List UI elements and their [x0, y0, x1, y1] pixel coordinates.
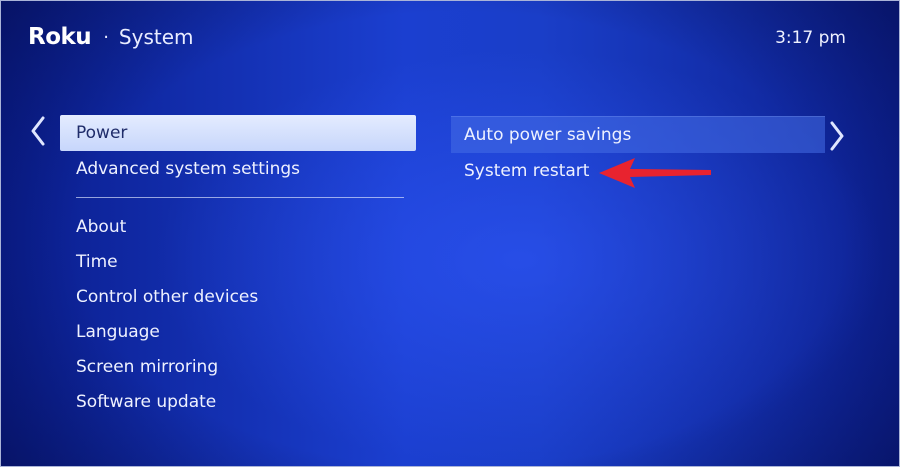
chevron-left-icon[interactable]	[30, 116, 46, 146]
menu-item-time[interactable]: Time	[60, 245, 416, 280]
menu-item-power[interactable]: Power	[60, 115, 416, 151]
header: Roku · System	[28, 24, 194, 50]
red-arrow-icon	[597, 156, 715, 194]
chevron-right-icon[interactable]	[829, 121, 845, 151]
header-separator: ·	[103, 26, 109, 48]
roku-screen: Roku · System 3:17 pm Power Advanced sys…	[0, 0, 900, 467]
menu-divider	[76, 197, 404, 198]
menu-item-language[interactable]: Language	[60, 315, 416, 350]
menu-item-software-update[interactable]: Software update	[60, 385, 416, 420]
menu-item-about[interactable]: About	[60, 210, 416, 245]
submenu-item-auto-power-savings[interactable]: Auto power savings	[451, 116, 825, 153]
settings-menu: Power Advanced system settings About Tim…	[60, 115, 416, 420]
roku-logo: Roku	[28, 24, 92, 50]
menu-item-control-other-devices[interactable]: Control other devices	[60, 280, 416, 315]
menu-item-screen-mirroring[interactable]: Screen mirroring	[60, 350, 416, 385]
menu-item-advanced-system-settings[interactable]: Advanced system settings	[60, 151, 416, 187]
clock: 3:17 pm	[775, 28, 846, 48]
page-title: System	[118, 25, 194, 49]
